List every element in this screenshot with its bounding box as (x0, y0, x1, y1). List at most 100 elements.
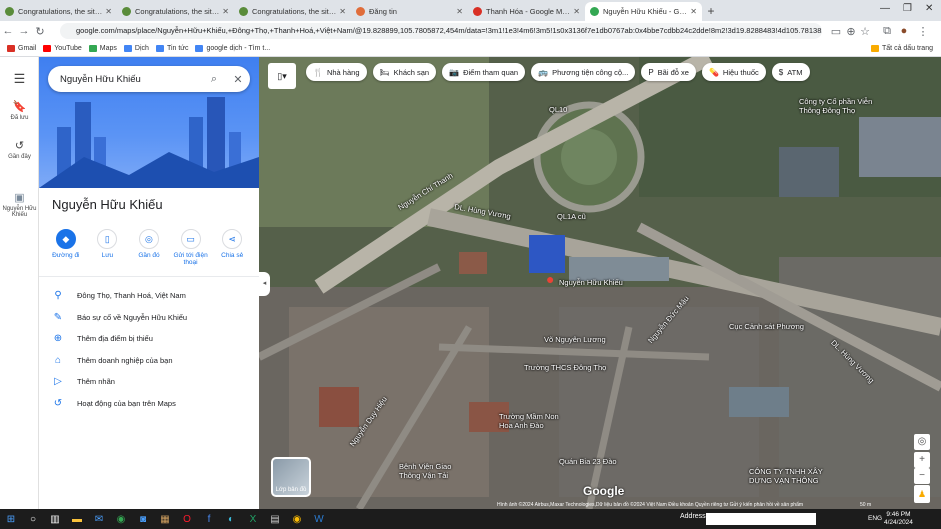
my-location-icon[interactable]: ◎ (914, 434, 930, 450)
zalo-icon[interactable]: ◙ (132, 509, 154, 529)
folder-icon (871, 45, 880, 52)
rail-recent-place[interactable]: ▣ Nguyễn Hữu Khiếu (0, 191, 39, 218)
browser-tab[interactable]: Đăng tin ✕ (351, 2, 468, 21)
bookmark-gmail[interactable]: Gmail (7, 45, 36, 52)
map-scale: 50 m (860, 502, 872, 508)
mail-icon[interactable]: ✉ (88, 509, 110, 529)
street-view-pegman-icon[interactable]: ♟ (914, 485, 930, 503)
chip-attractions[interactable]: 📷 Điểm tham quan (442, 63, 526, 81)
tab-close-icon[interactable]: ✕ (339, 7, 346, 16)
extensions-icon[interactable]: ⧉ (879, 25, 895, 38)
back-icon[interactable]: ← (0, 25, 16, 37)
notepad-icon[interactable]: ▤ (264, 509, 286, 529)
save-button[interactable]: ▯ Lưu (89, 229, 125, 266)
chip-pharmacy[interactable]: 💊 Hiệu thuốc (701, 63, 766, 81)
word-icon[interactable]: W (308, 509, 330, 529)
close-window-icon[interactable]: ✕ (925, 3, 933, 14)
share-button[interactable]: ⋖ Chia sẻ (214, 229, 250, 266)
layers-button[interactable]: Lớp bản đồ (271, 457, 311, 497)
cast-icon[interactable]: ▭ (828, 25, 844, 38)
forward-icon[interactable]: → (16, 25, 32, 37)
map-label-street: Võ Nguyên Lương (544, 335, 606, 344)
tab-close-icon[interactable]: ✕ (690, 7, 697, 16)
restaurant-icon: 🍴 (313, 67, 323, 77)
file-explorer-icon[interactable]: ▬ (66, 509, 88, 529)
add-business-row[interactable]: ⌂ Thêm doanh nghiệp của bạn (39, 350, 259, 370)
collapse-panel-button[interactable]: ◂ (259, 272, 270, 296)
facebook-icon[interactable]: f (198, 509, 220, 529)
chip-label: Điểm tham quan (463, 67, 519, 77)
action-label: Gần đó (138, 252, 160, 259)
bookmark-youtube[interactable]: YouTube (43, 45, 82, 52)
maximize-icon[interactable]: ❐ (903, 3, 912, 14)
hamburger-menu-icon[interactable]: ☰ (0, 71, 39, 87)
close-icon[interactable]: ✕ (226, 73, 250, 86)
chip-parking[interactable]: P Bãi đỗ xe (641, 63, 696, 81)
directions-button[interactable]: ◆ Đường đi (48, 229, 84, 266)
browser-tab[interactable]: Congratulations, the site was ...✕ (234, 2, 351, 21)
rail-recent[interactable]: ↺ Gần đây (0, 139, 39, 160)
tab-close-icon[interactable]: ✕ (222, 7, 229, 16)
browser-tab[interactable]: Congratulations, the site was ...✕ (0, 2, 117, 21)
report-issue-row[interactable]: ✎ Báo sự cố về Nguyễn Hữu Khiếu (39, 307, 259, 327)
pencil-icon: ✎ (53, 311, 63, 323)
nearby-button[interactable]: ◎ Gần đó (131, 229, 167, 266)
browser-tab-active[interactable]: Nguyễn Hữu Khiếu - Google M...✕ (585, 2, 702, 21)
bus-icon: 🚌 (538, 67, 549, 77)
photos-icon[interactable]: ▦ (154, 509, 176, 529)
satellite-map[interactable]: Nguyễn Chí Thanh DL. Hùng Vương QL1A cũ … (259, 57, 941, 509)
tab-close-icon[interactable]: ✕ (573, 7, 580, 16)
bookmark-google-translate[interactable]: google dịch - Tìm t... (195, 45, 270, 52)
language-indicator[interactable]: ENG (868, 515, 882, 522)
all-bookmarks[interactable]: Tất cả dấu trang (871, 45, 933, 52)
bookmark-translate[interactable]: Dịch (123, 45, 149, 52)
profile-avatar[interactable]: ● (896, 25, 912, 37)
send-to-phone-button[interactable]: ▭ Gửi tới điện thoại (173, 229, 209, 266)
search-icon[interactable]: ⌕ (202, 73, 226, 86)
maps-activity-row[interactable]: ↺ Hoạt động của bạn trên Maps (39, 393, 259, 413)
address-row[interactable]: ⚲ Đông Thọ, Thanh Hoá, Việt Nam (39, 285, 259, 305)
row-label: Thêm doanh nghiệp của bạn (77, 355, 173, 365)
tab-close-icon[interactable]: ✕ (105, 7, 112, 16)
opera-icon[interactable]: O (176, 509, 198, 529)
chip-label: Hiệu thuốc (722, 67, 759, 77)
chrome-active-icon[interactable]: ◉ (286, 509, 308, 529)
chip-atm[interactable]: $ ATM (771, 63, 810, 81)
menu-icon[interactable]: ⋮ (915, 25, 931, 38)
excel-icon[interactable]: X (242, 509, 264, 529)
search-icon[interactable]: ○ (22, 509, 44, 529)
reload-icon[interactable]: ↻ (32, 25, 48, 38)
search-input[interactable]: Nguyễn Hữu Khiếu (60, 74, 202, 85)
bookmark-news[interactable]: Tin tức (155, 45, 188, 52)
place-hero-image[interactable]: Nguyễn Hữu Khiếu ⌕ ✕ (39, 57, 259, 188)
url-field[interactable]: google.com/maps/place/Nguyễn+Hữu+Khiếu,+… (60, 23, 822, 39)
chip-hotels[interactable]: 🛏 Khách sạn (372, 63, 437, 81)
history-icon: ↺ (14, 140, 25, 152)
add-missing-place-row[interactable]: ⊕ Thêm địa điểm bị thiếu (39, 328, 259, 348)
chrome-icon[interactable]: ◉ (110, 509, 132, 529)
taskbar-address-input[interactable] (706, 513, 816, 525)
windows-start-icon[interactable]: ⊞ (0, 509, 22, 529)
minimize-icon[interactable]: — (880, 3, 890, 14)
new-tab-button[interactable]: + (702, 2, 720, 21)
star-icon[interactable]: ☆ (857, 25, 873, 38)
rail-saved[interactable]: 🔖 Đã lưu (0, 100, 39, 121)
browser-tab[interactable]: Thanh Hóa - Google My Maps✕ (468, 2, 585, 21)
action-label: Lưu (101, 252, 114, 259)
chip-transit[interactable]: 🚌 Phương tiện công cộ... (531, 63, 636, 81)
zoom-out-button[interactable]: − (914, 468, 930, 484)
system-clock[interactable]: 9:46 PM 4/24/2024 (884, 511, 913, 527)
transit-layer-button[interactable]: ▯▾ (268, 63, 296, 89)
tab-close-icon[interactable]: ✕ (456, 7, 463, 16)
zoom-in-button[interactable]: + (914, 452, 930, 468)
gmail-icon (7, 45, 15, 52)
add-label-row[interactable]: ▷ Thêm nhãn (39, 371, 259, 391)
place-marker-icon[interactable]: ● (546, 271, 554, 287)
browser-tab[interactable]: Congratulations, the site was ...✕ (117, 2, 234, 21)
task-view-icon[interactable]: ▥ (44, 509, 66, 529)
search-box[interactable]: Nguyễn Hữu Khiếu ⌕ ✕ (48, 66, 250, 92)
edge-icon[interactable]: ◐ (220, 509, 242, 529)
chip-restaurants[interactable]: 🍴 Nhà hàng (306, 63, 367, 81)
map-label-poi: Quán Bia 23 Đào (559, 457, 617, 466)
bookmark-maps[interactable]: Maps (88, 45, 117, 52)
